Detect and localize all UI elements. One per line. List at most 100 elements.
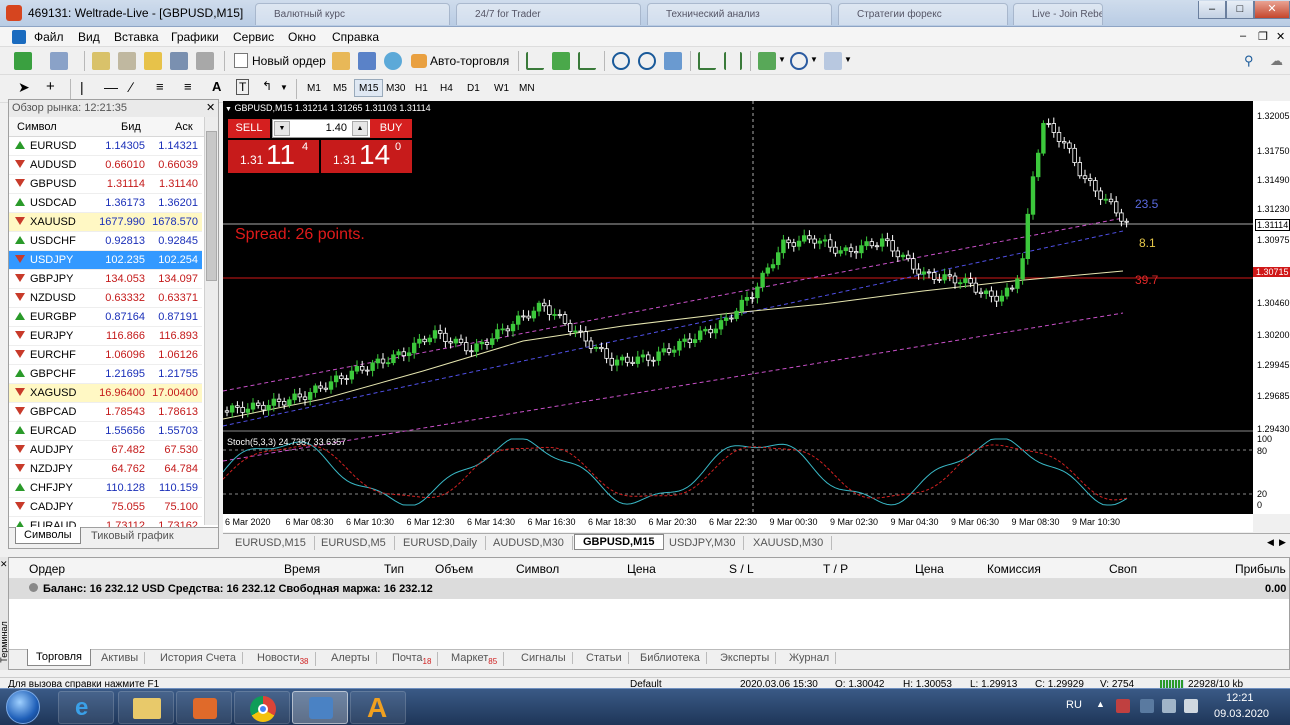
symbol-row[interactable]: GBPJPY 134.053 134.097 bbox=[9, 270, 202, 289]
menu-window[interactable]: Окно bbox=[288, 30, 316, 44]
chevron-down-icon[interactable]: ▼ bbox=[844, 55, 852, 64]
taskbar-app[interactable]: A bbox=[350, 691, 406, 724]
timeframe-m5[interactable]: M5 bbox=[328, 79, 352, 97]
terminal-tab[interactable]: Почта18 bbox=[386, 652, 439, 667]
start-button[interactable] bbox=[6, 690, 40, 724]
tile-windows-icon[interactable] bbox=[664, 52, 682, 70]
terminal-tab[interactable]: Журнал bbox=[783, 652, 837, 664]
symbol-row[interactable]: AUDUSD 0.66010 0.66039 bbox=[9, 156, 202, 175]
terminal-tab[interactable]: Новости38 bbox=[251, 652, 316, 667]
col-symbol[interactable]: Символ bbox=[17, 121, 57, 133]
community-icon[interactable]: ☁ bbox=[1270, 53, 1283, 69]
tab-tick-chart[interactable]: Тиковый график bbox=[91, 530, 174, 542]
tab-scroll-left-icon[interactable]: ◀ bbox=[1267, 537, 1274, 548]
browser-tab[interactable]: Валютный курс bbox=[255, 3, 450, 25]
symbol-row[interactable]: EURUSD 1.14305 1.14321 bbox=[9, 137, 202, 156]
line-chart-icon[interactable] bbox=[578, 52, 596, 70]
metaeditor-icon[interactable] bbox=[332, 52, 350, 70]
data-window-icon[interactable] bbox=[118, 52, 136, 70]
col-volume[interactable]: Объем bbox=[435, 562, 473, 576]
price-axis[interactable]: 1.32005 1.31750 1.31490 1.31230 1.31114 1.309… bbox=[1253, 101, 1290, 514]
profiles-icon[interactable] bbox=[50, 52, 68, 70]
bar-chart-icon[interactable] bbox=[526, 52, 544, 70]
timeframe-m1[interactable]: M1 bbox=[302, 79, 326, 97]
chart-shift-icon[interactable] bbox=[724, 52, 742, 70]
col-ask[interactable]: Аск bbox=[175, 121, 193, 133]
taskbar-explorer[interactable] bbox=[118, 691, 174, 724]
browser-tab[interactable]: 24/7 for Trader bbox=[456, 3, 641, 25]
col-order[interactable]: Ордер bbox=[29, 562, 65, 576]
new-order-button[interactable]: Новый ордер bbox=[232, 52, 330, 70]
close-icon[interactable]: ✕ bbox=[0, 559, 8, 570]
clock-date[interactable]: 09.03.2020 bbox=[1214, 708, 1269, 720]
tab-symbols[interactable]: Символы bbox=[15, 527, 81, 544]
symbol-row[interactable]: EURGBP 0.87164 0.87191 bbox=[9, 308, 202, 327]
menu-insert[interactable]: Вставка bbox=[114, 30, 159, 44]
symbol-row[interactable]: NZDUSD 0.63332 0.63371 bbox=[9, 289, 202, 308]
tray-security-icon[interactable] bbox=[1140, 699, 1154, 713]
lot-stepper-up[interactable]: ▲ bbox=[352, 121, 368, 136]
strategy-tester-icon[interactable] bbox=[196, 52, 214, 70]
col-tp[interactable]: T / P bbox=[823, 562, 848, 576]
market-icon[interactable] bbox=[384, 52, 402, 70]
timeframe-w1[interactable]: W1 bbox=[489, 79, 514, 97]
terminal-tab[interactable]: Алерты bbox=[325, 652, 377, 664]
symbol-row[interactable]: XAGUSD 16.96400 17.00400 bbox=[9, 384, 202, 403]
trendline-icon[interactable]: ∕ bbox=[130, 79, 132, 95]
symbol-row[interactable]: GBPCAD 1.78543 1.78613 bbox=[9, 403, 202, 422]
text-label-icon[interactable]: T bbox=[236, 79, 250, 95]
terminal-tab[interactable]: История Счета bbox=[154, 652, 244, 664]
terminal-tab[interactable]: Статьи bbox=[580, 652, 629, 664]
menu-file[interactable]: Файл bbox=[34, 30, 64, 44]
lot-stepper-down[interactable]: ▼ bbox=[274, 121, 290, 136]
scrollbar[interactable] bbox=[204, 117, 218, 525]
col-profit[interactable]: Прибыль bbox=[1235, 562, 1286, 576]
arrows-icon[interactable]: ↰ bbox=[262, 79, 272, 93]
maximize-icon[interactable]: □ bbox=[1226, 1, 1254, 19]
taskbar-media[interactable] bbox=[176, 691, 232, 724]
chevron-down-icon[interactable]: ▼ bbox=[778, 55, 786, 64]
navigator-icon[interactable] bbox=[144, 52, 162, 70]
taskbar-metatrader[interactable] bbox=[292, 691, 348, 724]
taskbar-chrome[interactable] bbox=[234, 691, 290, 724]
col-time[interactable]: Время bbox=[284, 562, 320, 576]
periods-icon[interactable] bbox=[790, 52, 808, 70]
market-watch-icon[interactable] bbox=[92, 52, 110, 70]
candlestick-icon[interactable] bbox=[552, 52, 570, 70]
timeframe-h1[interactable]: H1 bbox=[410, 79, 433, 97]
timeframe-h4[interactable]: H4 bbox=[435, 79, 458, 97]
search-icon[interactable]: ⚲ bbox=[1244, 53, 1254, 69]
symbol-row[interactable]: NZDJPY 64.762 64.784 bbox=[9, 460, 202, 479]
taskbar-ie[interactable]: e bbox=[58, 691, 114, 724]
fibonacci-icon[interactable]: ≡ bbox=[184, 79, 192, 94]
close-icon[interactable]: ✕ bbox=[1254, 1, 1290, 19]
chart-tab[interactable]: XAUUSD,M30 bbox=[745, 536, 833, 550]
zoom-out-icon[interactable] bbox=[638, 52, 656, 70]
chart-tab-active[interactable]: GBPUSD,M15 bbox=[574, 534, 664, 550]
tray-app-icon[interactable] bbox=[1116, 699, 1130, 713]
terminal-tab[interactable]: Маркет85 bbox=[445, 652, 505, 667]
symbol-row[interactable]: CHFJPY 110.128 110.159 bbox=[9, 479, 202, 498]
col-swap[interactable]: Своп bbox=[1109, 562, 1137, 576]
clock-time[interactable]: 12:21 bbox=[1226, 692, 1254, 704]
terminal-icon[interactable] bbox=[170, 52, 188, 70]
balance-row[interactable]: Баланс: 16 232.12 USD Средства: 16 232.1… bbox=[9, 579, 1289, 599]
vertical-line-icon[interactable]: | bbox=[80, 79, 84, 95]
browser-tab[interactable]: Live - Join Rebel bbox=[1013, 3, 1103, 25]
zoom-in-icon[interactable] bbox=[612, 52, 630, 70]
time-axis[interactable]: 6 Mar 2020 6 Mar 08:30 6 Mar 10:30 6 Mar 12… bbox=[223, 514, 1253, 532]
buy-button[interactable]: BUY bbox=[370, 119, 412, 138]
indicators-icon[interactable] bbox=[758, 52, 776, 70]
menu-tools[interactable]: Сервис bbox=[233, 30, 274, 44]
chart-tab[interactable]: EURUSD,Daily bbox=[395, 536, 486, 550]
chart-tab[interactable]: EURUSD,M5 bbox=[313, 536, 395, 550]
templates-icon[interactable] bbox=[824, 52, 842, 70]
chart-tab[interactable]: AUDUSD,M30 bbox=[485, 536, 573, 550]
symbol-row[interactable]: EURCHF 1.06096 1.06126 bbox=[9, 346, 202, 365]
col-commission[interactable]: Комиссия bbox=[987, 562, 1041, 576]
symbol-row[interactable]: USDCAD 1.36173 1.36201 bbox=[9, 194, 202, 213]
terminal-tab[interactable]: Библиотека bbox=[634, 652, 707, 664]
tray-expand-icon[interactable]: ▲ bbox=[1096, 699, 1105, 709]
symbol-row[interactable]: USDJPY 102.235 102.254 bbox=[9, 251, 202, 270]
terminal-tab[interactable]: Эксперты bbox=[714, 652, 777, 664]
